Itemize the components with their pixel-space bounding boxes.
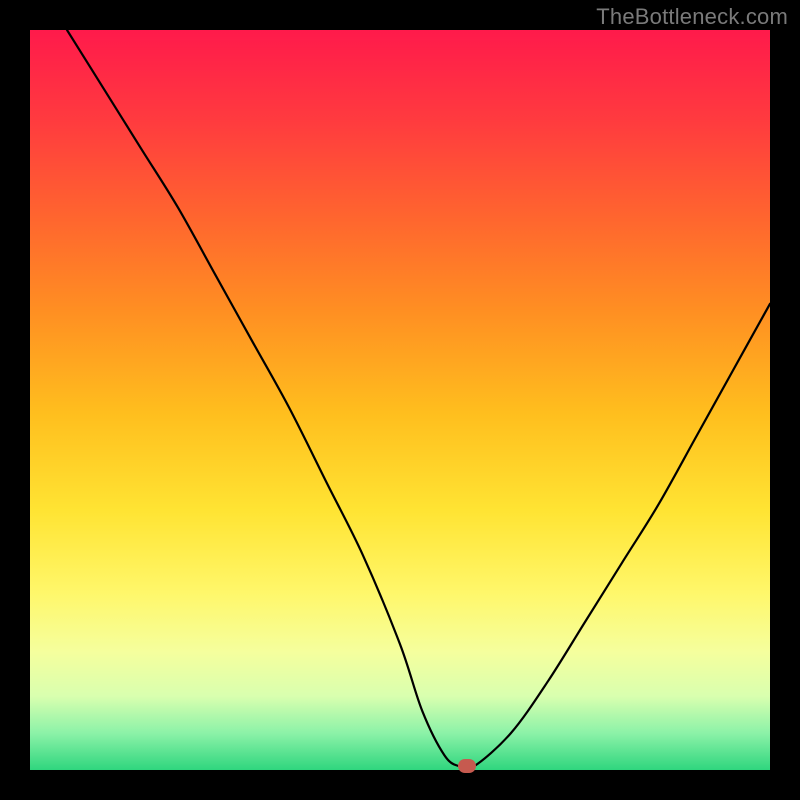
plot-area [30,30,770,770]
optimum-marker [458,759,476,773]
bottleneck-curve [67,30,770,769]
curve-svg [30,30,770,770]
chart-frame: TheBottleneck.com [0,0,800,800]
watermark-text: TheBottleneck.com [596,4,788,30]
